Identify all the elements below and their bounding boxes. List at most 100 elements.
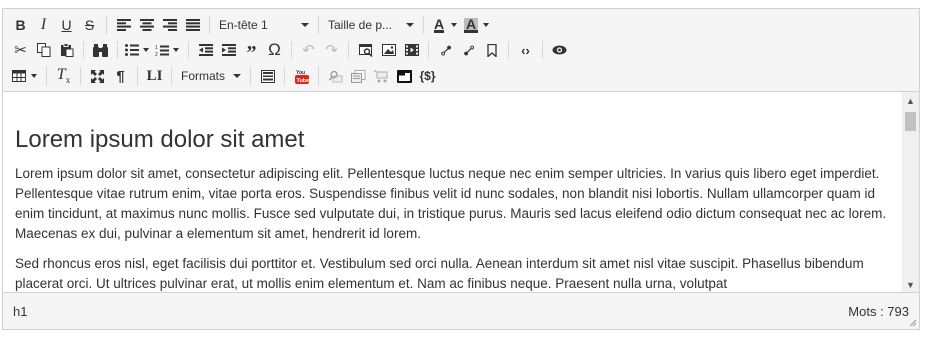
toolbar-row-3: Tx ¶ LI Formats You Tube {$} xyxy=(9,64,439,88)
insert-frame-button[interactable] xyxy=(393,65,416,87)
find-replace-button[interactable] xyxy=(89,39,112,61)
italic-button[interactable]: I xyxy=(32,14,55,36)
heading-select-value: En-tête 1 xyxy=(219,18,268,32)
youtube-icon: YouTube xyxy=(294,70,309,84)
template-variables-button[interactable]: {$} xyxy=(416,65,439,87)
numbered-list-button[interactable]: 12 xyxy=(153,39,171,61)
chevron-down-icon xyxy=(301,23,309,27)
line-height-button[interactable]: LI xyxy=(143,65,166,87)
copy-button[interactable] xyxy=(32,39,55,61)
preview-button[interactable] xyxy=(548,39,571,61)
magnifier-doc-icon xyxy=(328,70,342,82)
redo-button[interactable]: ↷ xyxy=(320,39,343,61)
youtube-button[interactable]: You Tube xyxy=(290,65,313,87)
variables-icon: {$} xyxy=(419,69,436,83)
align-center-button[interactable] xyxy=(135,14,158,36)
document-heading[interactable]: Lorem ipsum dolor sit amet xyxy=(15,126,893,154)
blockquote-button[interactable]: ” xyxy=(240,39,263,63)
strikethrough-button[interactable]: S xyxy=(78,14,101,36)
template-button[interactable] xyxy=(256,65,279,87)
underline-button[interactable]: U xyxy=(55,14,78,36)
background-color-button[interactable]: A xyxy=(461,14,481,36)
toolbar-separator xyxy=(106,16,107,34)
code-icon: ‹› xyxy=(521,42,530,58)
bullet-list-button[interactable] xyxy=(123,39,141,61)
table-dropdown-icon[interactable] xyxy=(31,74,37,78)
text-color-dropdown-icon[interactable] xyxy=(451,23,457,27)
vertical-scrollbar[interactable]: ▲ ▼ xyxy=(902,92,919,293)
underline-icon: U xyxy=(61,17,72,33)
formats-menu-label: Formats xyxy=(181,69,226,83)
align-left-button[interactable] xyxy=(112,14,135,36)
scroll-down-icon[interactable]: ▼ xyxy=(902,276,919,293)
background-color-dropdown-icon[interactable] xyxy=(483,23,489,27)
font-size-select[interactable]: Taille de p... xyxy=(324,14,418,36)
document-paragraph[interactable]: Lorem ipsum dolor sit amet, consectetur … xyxy=(15,164,893,244)
toolbar-row-1: B I U S En-tête 1 Taille de p... A A xyxy=(9,13,493,37)
eye-icon xyxy=(552,45,567,55)
chevron-down-icon xyxy=(233,74,241,78)
preview-search-button[interactable] xyxy=(354,39,377,61)
toolbar-separator xyxy=(83,41,84,59)
formats-menu[interactable]: Formats xyxy=(177,65,245,87)
table-button[interactable] xyxy=(9,65,29,87)
editor-toolbar: B I U S En-tête 1 Taille de p... A A ✂ 1… xyxy=(3,9,919,92)
insert-link-button[interactable]: ⊶ xyxy=(434,39,457,61)
chevron-down-icon xyxy=(406,23,414,27)
document-paragraph[interactable]: Sed rhoncus eros nisl, eget facilisis du… xyxy=(15,254,893,293)
scrollbar-thumb[interactable] xyxy=(905,112,916,131)
text-color-button[interactable]: A xyxy=(429,14,449,36)
frame-icon xyxy=(397,69,412,83)
copy-format-button[interactable] xyxy=(347,65,370,87)
paste-icon xyxy=(60,43,73,57)
toolbar-row-2: ✂ 12 ” Ω ↶ ↷ ⊶ ⊷ ‹› xyxy=(9,38,571,63)
numbered-list-dropdown-icon[interactable] xyxy=(173,48,179,52)
toolbar-separator xyxy=(423,16,424,34)
editor-content[interactable]: Lorem ipsum dolor sit amet Lorem ipsum d… xyxy=(3,92,905,293)
toolbar-separator xyxy=(318,16,319,34)
image-icon xyxy=(381,44,396,56)
toolbar-separator xyxy=(291,41,292,59)
toolbar-separator xyxy=(188,41,189,59)
toolbar-separator xyxy=(508,41,509,59)
show-blocks-button[interactable]: ¶ xyxy=(109,65,132,87)
bullet-list-dropdown-icon[interactable] xyxy=(143,48,149,52)
spellcheck-button[interactable] xyxy=(324,65,347,87)
toolbar-separator xyxy=(80,67,81,85)
toolbar-separator xyxy=(250,67,251,85)
cart-button[interactable] xyxy=(370,65,393,87)
rich-text-editor: B I U S En-tête 1 Taille de p... A A ✂ 1… xyxy=(2,8,920,330)
special-character-button[interactable]: Ω xyxy=(263,39,286,61)
toolbar-separator xyxy=(348,41,349,59)
italic-icon: I xyxy=(40,16,47,33)
bold-button[interactable]: B xyxy=(9,14,32,36)
font-size-select-value: Taille de p... xyxy=(328,18,393,32)
scroll-up-icon[interactable]: ▲ xyxy=(902,92,919,109)
toolbar-separator xyxy=(542,41,543,59)
unlink-icon: ⊷ xyxy=(457,39,479,61)
undo-button[interactable]: ↶ xyxy=(297,39,320,61)
align-justify-icon xyxy=(185,19,200,31)
element-path[interactable]: h1 xyxy=(13,304,27,319)
insert-image-button[interactable] xyxy=(377,39,400,61)
cut-icon: ✂ xyxy=(14,42,27,59)
heading-select[interactable]: En-tête 1 xyxy=(215,14,313,36)
clear-formatting-button[interactable]: Tx xyxy=(52,65,75,87)
outdent-button[interactable] xyxy=(194,39,217,61)
resize-grip-icon[interactable] xyxy=(909,319,917,327)
outdent-icon xyxy=(198,44,213,56)
align-justify-button[interactable] xyxy=(181,14,204,36)
cut-button[interactable]: ✂ xyxy=(9,39,32,61)
undo-icon: ↶ xyxy=(302,42,315,59)
align-right-button[interactable] xyxy=(158,14,181,36)
paste-button[interactable] xyxy=(55,39,78,61)
background-color-icon: A xyxy=(463,15,479,33)
remove-link-button[interactable]: ⊷ xyxy=(457,39,480,61)
indent-button[interactable] xyxy=(217,39,240,61)
source-code-button[interactable]: ‹› xyxy=(514,39,537,61)
svg-text:2: 2 xyxy=(155,52,158,57)
template-icon xyxy=(260,69,275,83)
fullscreen-button[interactable] xyxy=(86,65,109,87)
anchor-button[interactable] xyxy=(480,39,503,61)
insert-media-button[interactable] xyxy=(400,39,423,61)
